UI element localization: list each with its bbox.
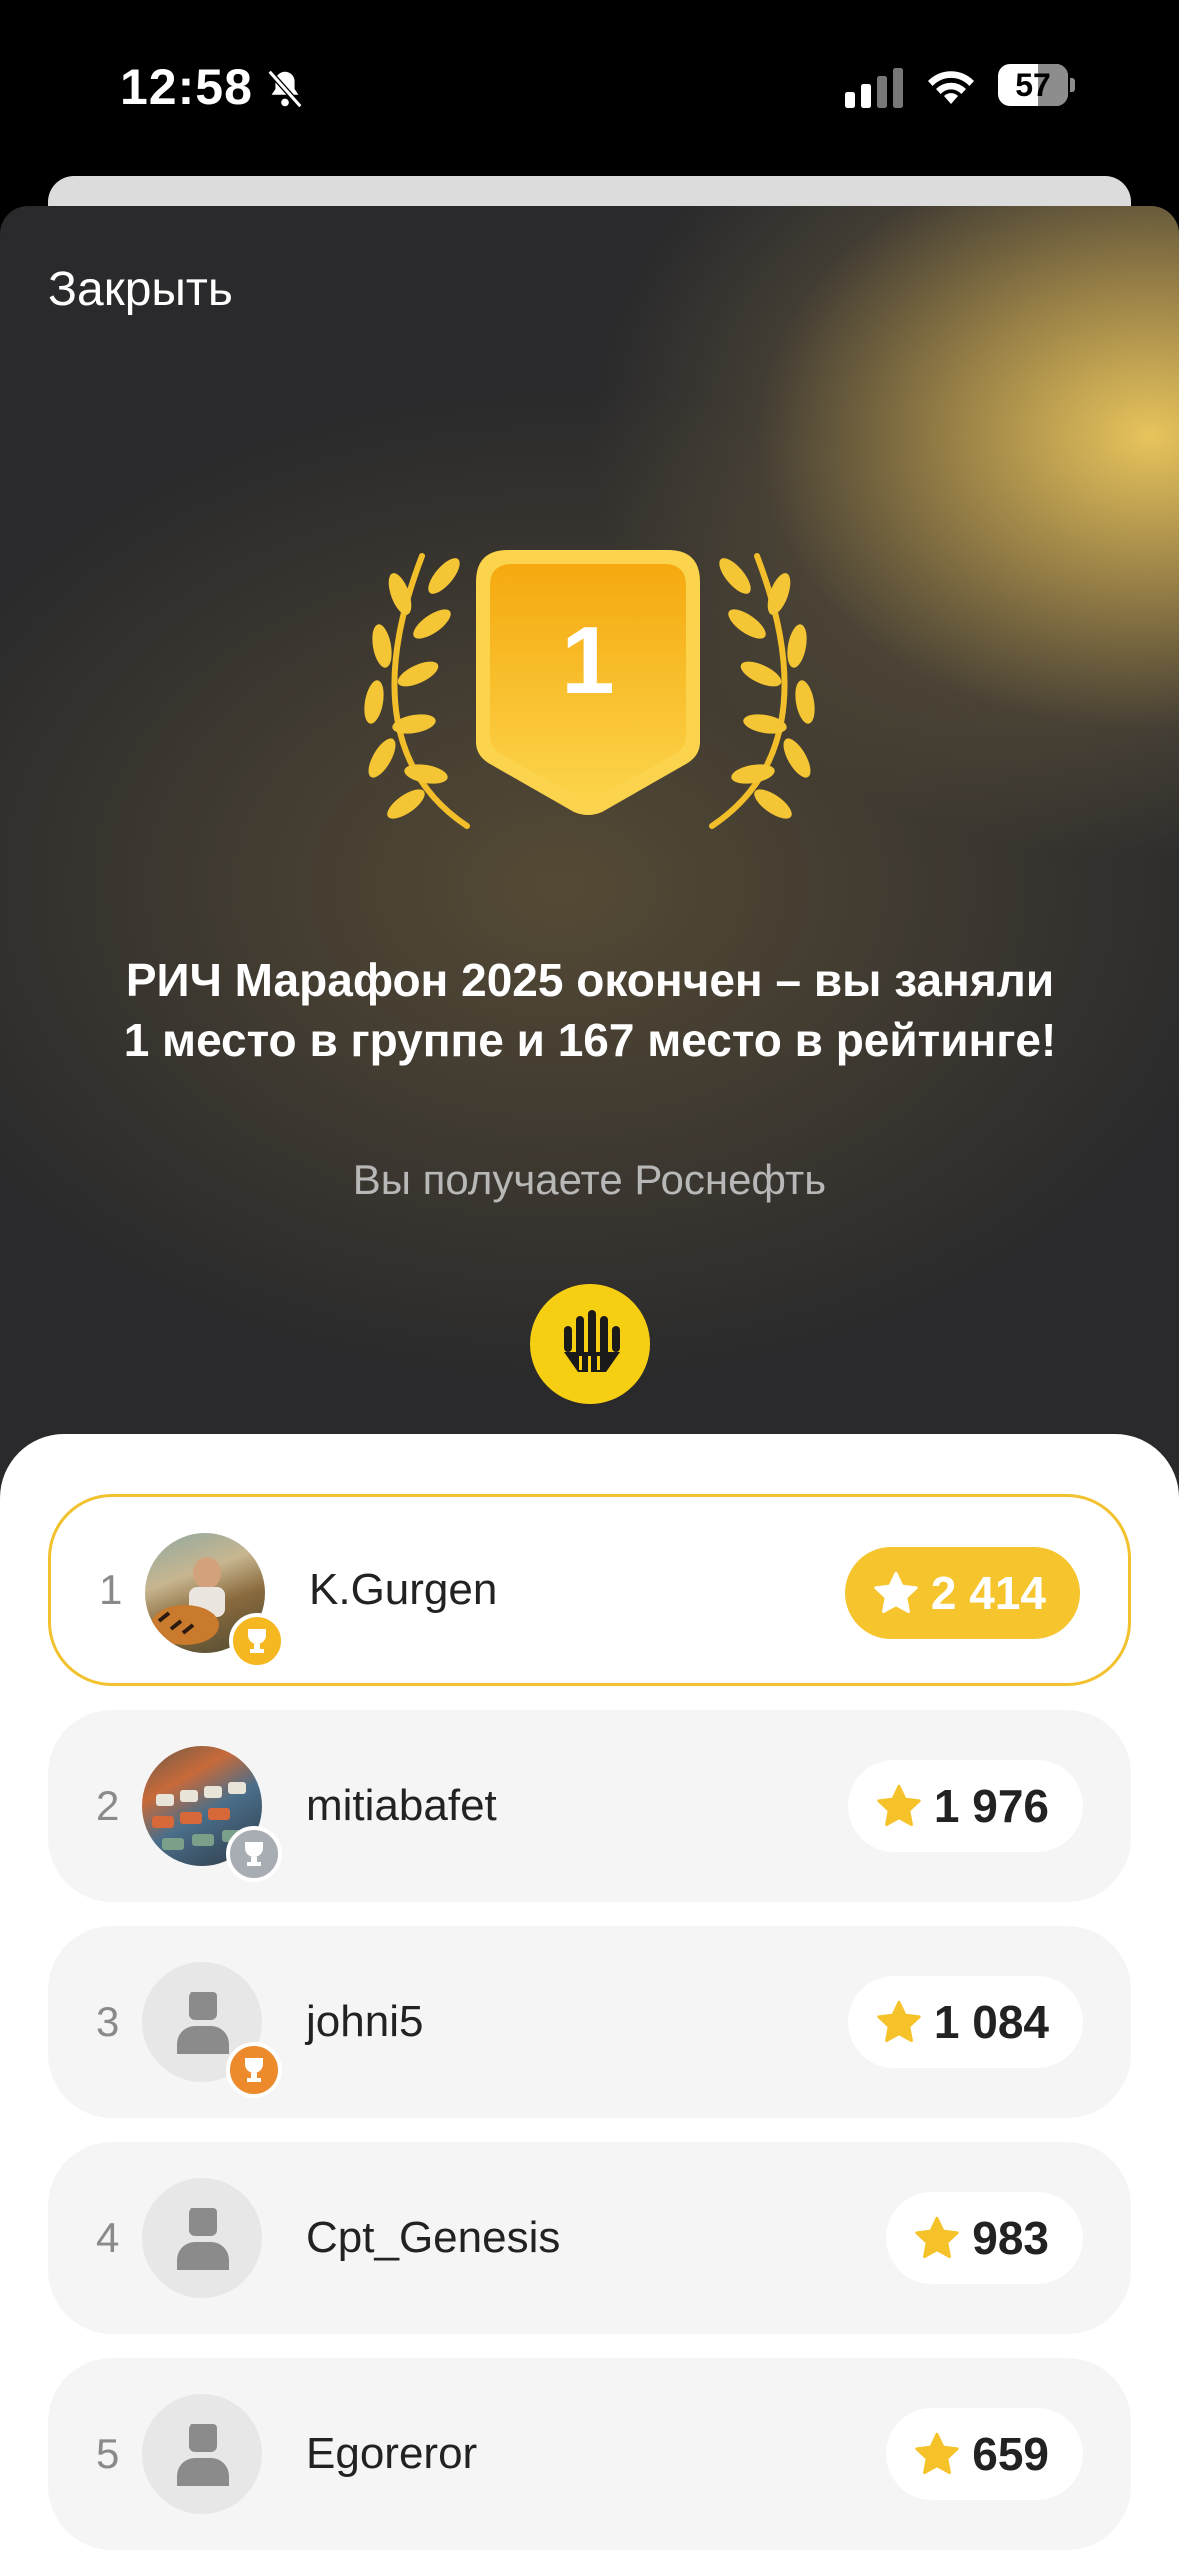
score-pill: 659 — [886, 2408, 1083, 2500]
rank-number: 2 — [96, 1782, 120, 1829]
username: johni5 — [306, 1997, 424, 2046]
default-user-icon — [177, 1992, 229, 2054]
default-user-icon — [177, 2208, 229, 2270]
score-pill: 1 976 — [847, 1760, 1083, 1852]
score-pill: 2 414 — [844, 1547, 1080, 1639]
star-icon — [915, 2216, 959, 2258]
leaderboard-row[interactable]: 1 K.Gurgen 2 414 — [48, 1494, 1131, 1686]
result-headline: РИЧ Марафон 2025 окончен – вы заняли 1 м… — [123, 954, 1057, 1066]
status-time: 12:58 — [120, 59, 253, 115]
leaderboard-row[interactable]: 5 Egoreror 659 — [48, 2358, 1131, 2550]
leaderboard-row[interactable]: 4 Cpt_Genesis 983 — [48, 2142, 1131, 2334]
result-hero-panel: Закрыть 1 РИЧ Марафон 2025 окончен – вы … — [0, 206, 1179, 1506]
gold-cup-icon — [229, 1613, 285, 1669]
rosneft-logo-icon — [564, 1310, 620, 1372]
leaderboard-row[interactable]: 2 mitiabafet 1 976 — [48, 1710, 1131, 1902]
star-icon — [874, 1571, 918, 1613]
laurel-left-icon — [364, 553, 470, 829]
laurel-right-icon — [709, 553, 815, 829]
cellular-signal-icon — [845, 68, 903, 108]
silver-cup-icon — [226, 1826, 282, 1882]
rank-number: 3 — [96, 1998, 120, 2045]
username: Cpt_Genesis — [306, 2213, 561, 2262]
bell-muted-icon — [267, 69, 303, 109]
star-icon — [915, 2432, 959, 2474]
wifi-icon — [928, 71, 974, 104]
battery-indicator: 57 — [998, 64, 1075, 108]
score-value: 2 414 — [930, 1567, 1046, 1619]
avatar — [142, 2394, 262, 2514]
leaderboard-row[interactable]: 3 johni5 1 084 — [48, 1926, 1131, 2118]
rank-number: 4 — [96, 2214, 120, 2261]
username: Egoreror — [306, 2429, 478, 2478]
default-user-icon — [177, 2424, 229, 2486]
score-value: 983 — [972, 2212, 1049, 2264]
status-bar: 12:58 57 — [0, 0, 1179, 170]
leaderboard-list: 1 K.Gurgen 2 414 2 mitiabafet 1 976 3 jo… — [0, 1434, 1179, 2556]
rank-number: 5 — [96, 2430, 120, 2477]
rank-number: 1 — [99, 1566, 123, 1613]
score-value: 659 — [972, 2428, 1049, 2480]
score-pill: 1 084 — [847, 1976, 1083, 2068]
avatar — [142, 2178, 262, 2298]
star-icon — [877, 1784, 921, 1826]
battery-level: 57 — [1015, 67, 1051, 103]
place-number: 1 — [561, 607, 615, 714]
bronze-cup-icon — [226, 2042, 282, 2098]
score-value: 1 084 — [933, 1996, 1049, 2048]
reward-badge — [530, 1284, 650, 1404]
score-pill: 983 — [886, 2192, 1083, 2284]
score-value: 1 976 — [933, 1780, 1049, 1832]
reward-description: Вы получаете Роснефть — [352, 1156, 827, 1203]
star-icon — [877, 2000, 921, 2042]
username: K.Gurgen — [309, 1565, 498, 1614]
username: mitiabafet — [306, 1781, 497, 1830]
close-button[interactable]: Закрыть — [48, 262, 233, 317]
